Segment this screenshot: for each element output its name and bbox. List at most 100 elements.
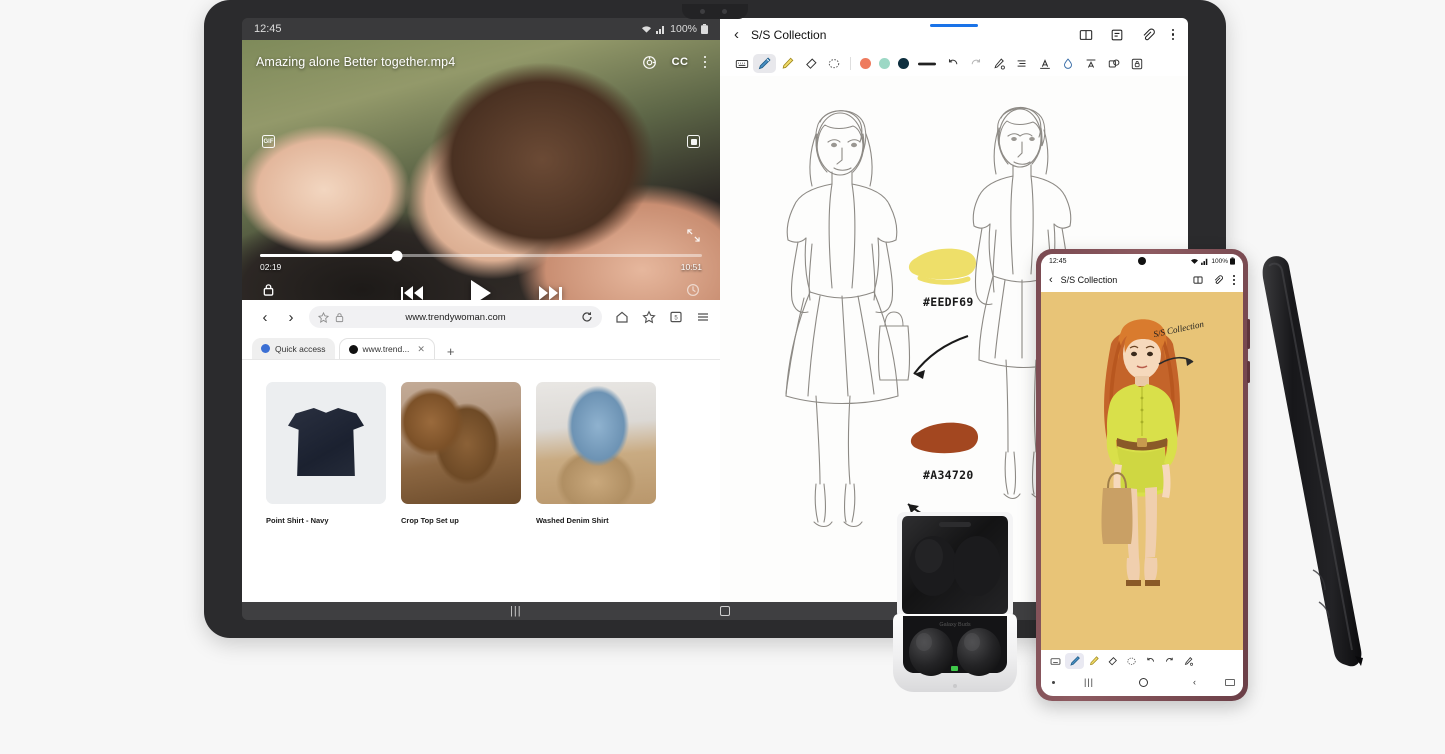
- back-icon[interactable]: ‹: [1193, 677, 1196, 687]
- star-icon[interactable]: [318, 311, 329, 323]
- recents-icon[interactable]: |||: [510, 605, 522, 617]
- tab-label: www.trend...: [362, 344, 410, 354]
- text-mode-icon[interactable]: [1033, 54, 1056, 73]
- gif-capture-icon[interactable]: GIF: [262, 135, 275, 148]
- paperclip-icon[interactable]: [1213, 275, 1223, 285]
- browser-forward-button[interactable]: ›: [278, 309, 304, 326]
- keyboard-icon[interactable]: [730, 54, 753, 73]
- s-pen-stylus: [1262, 256, 1363, 667]
- address-bar[interactable]: www.trendywoman.com: [309, 306, 602, 328]
- product-image[interactable]: [266, 382, 386, 504]
- phone-notes-title: S/S Collection: [1060, 275, 1118, 285]
- keyboard-icon[interactable]: [1046, 653, 1065, 669]
- tabs-icon[interactable]: 5: [669, 310, 683, 324]
- video-player[interactable]: Amazing alone Better together.mp4 CC GIF…: [242, 40, 720, 322]
- lock-note-icon[interactable]: [1125, 54, 1148, 73]
- progress-knob[interactable]: [391, 250, 403, 261]
- chevron-left-icon[interactable]: ‹: [1049, 274, 1053, 286]
- product-image[interactable]: [401, 382, 521, 504]
- book-view-icon[interactable]: [1079, 28, 1093, 42]
- book-view-icon[interactable]: [1193, 275, 1203, 285]
- swatch-yellow: [908, 248, 977, 280]
- note-icon[interactable]: [1110, 28, 1124, 42]
- product-image[interactable]: [536, 382, 656, 504]
- text-extract-icon[interactable]: [1079, 54, 1102, 73]
- close-icon[interactable]: ✕: [417, 344, 425, 355]
- notes-header: ‹ S/S Collection: [720, 18, 1188, 51]
- home-icon[interactable]: [615, 310, 629, 324]
- reload-icon[interactable]: [581, 311, 593, 323]
- color-swatch-navy[interactable]: [898, 58, 909, 69]
- status-time: 12:45: [254, 23, 282, 35]
- lasso-select-icon[interactable]: [822, 54, 845, 73]
- tablet-status-bar: 12:45 100%: [242, 18, 720, 40]
- pen-settings-icon[interactable]: [1179, 653, 1198, 669]
- eraser-icon[interactable]: [1103, 653, 1122, 669]
- tab-trendywoman[interactable]: www.trend... ✕: [338, 338, 435, 359]
- progress-fill: [260, 254, 398, 257]
- line-thickness-icon[interactable]: [913, 54, 941, 73]
- swatch-rust: [910, 422, 979, 454]
- video-progress-bar[interactable]: [260, 250, 702, 261]
- signal-icon: [656, 25, 665, 34]
- new-tab-button[interactable]: +: [439, 344, 463, 359]
- color-swatch-coral[interactable]: [860, 58, 871, 69]
- more-vertical-icon[interactable]: [1171, 28, 1174, 41]
- pen-icon[interactable]: [1065, 653, 1084, 669]
- skip-previous-icon[interactable]: [400, 286, 423, 300]
- keyboard-icon[interactable]: [1225, 678, 1235, 686]
- phone-notes-canvas[interactable]: S/S Collection: [1041, 292, 1243, 650]
- shape-icon[interactable]: [1102, 54, 1125, 73]
- battery-percentage: 100%: [670, 23, 697, 35]
- phone-navigation-bar: ||| ‹: [1041, 672, 1243, 692]
- expand-icon[interactable]: [687, 229, 700, 242]
- home-icon[interactable]: [1139, 677, 1148, 687]
- bookmark-add-icon[interactable]: [642, 310, 656, 324]
- product-card[interactable]: Washed Denim Shirt: [536, 382, 656, 525]
- browser-tabs: Quick access www.trend... ✕ +: [242, 334, 720, 360]
- more-vertical-icon[interactable]: [1233, 275, 1235, 285]
- picture-in-picture-icon[interactable]: [687, 135, 700, 148]
- lasso-select-icon[interactable]: [1122, 653, 1141, 669]
- battery-percentage: 100%: [1211, 257, 1228, 265]
- product-name: Point Shirt - Navy: [266, 516, 329, 525]
- home-icon[interactable]: [720, 606, 730, 616]
- hamburger-menu-icon[interactable]: [696, 310, 710, 324]
- paperclip-icon[interactable]: [1141, 28, 1155, 42]
- lock-icon: [335, 312, 344, 322]
- tab-quick-access[interactable]: Quick access: [252, 338, 335, 359]
- url-text: www.trendywoman.com: [405, 311, 506, 323]
- product-card[interactable]: Point Shirt - Navy: [266, 382, 386, 525]
- redo-icon[interactable]: [964, 54, 987, 73]
- phone-notes-toolbar: [1041, 650, 1243, 672]
- tablet-camera-notch: [682, 4, 748, 19]
- recents-icon[interactable]: |||: [1084, 677, 1094, 687]
- browser-back-button[interactable]: ‹: [252, 309, 278, 326]
- align-icon[interactable]: [1010, 54, 1033, 73]
- redo-icon[interactable]: [1160, 653, 1179, 669]
- signal-icon: [1201, 258, 1208, 265]
- front-camera: [1138, 257, 1146, 265]
- closed-captions-button[interactable]: CC: [672, 56, 689, 68]
- video-settings-icon[interactable]: [642, 55, 657, 70]
- color-swatch-mint[interactable]: [879, 58, 890, 69]
- pen-settings-icon[interactable]: [987, 54, 1010, 73]
- chevron-left-icon[interactable]: ‹: [734, 26, 739, 43]
- phone-volume-button[interactable]: [1247, 319, 1250, 349]
- product-card[interactable]: Crop Top Set up: [401, 382, 521, 525]
- eraser-icon[interactable]: [799, 54, 822, 73]
- skip-next-icon[interactable]: [539, 286, 562, 300]
- pen-icon[interactable]: [753, 54, 776, 73]
- undo-icon[interactable]: [941, 54, 964, 73]
- video-title: Amazing alone Better together.mp4: [256, 55, 456, 69]
- more-vertical-icon[interactable]: [703, 55, 706, 69]
- highlighter-icon[interactable]: [776, 54, 799, 73]
- tab-label: Quick access: [275, 343, 326, 354]
- battery-icon: [1230, 257, 1235, 265]
- phone-notes-header: ‹ S/S Collection: [1041, 268, 1243, 292]
- undo-icon[interactable]: [1141, 653, 1160, 669]
- video-top-bar: Amazing alone Better together.mp4 CC: [242, 40, 720, 84]
- phone-power-button[interactable]: [1247, 361, 1250, 383]
- highlighter-icon[interactable]: [1084, 653, 1103, 669]
- water-drop-icon[interactable]: [1056, 54, 1079, 73]
